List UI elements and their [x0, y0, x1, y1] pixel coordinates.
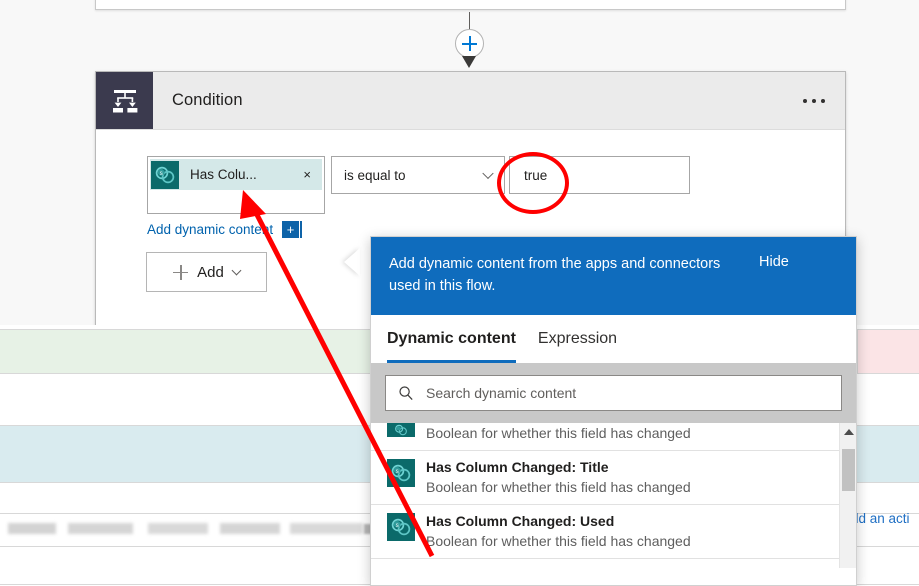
condition-card-header: Condition: [96, 72, 845, 130]
condition-card-title: Condition: [172, 91, 243, 109]
chevron-down-icon[interactable]: [482, 167, 494, 180]
add-an-action-link[interactable]: dd an acti: [851, 511, 910, 526]
svg-text:s: s: [160, 171, 163, 177]
flyout-beak: [344, 248, 360, 276]
condition-left-operand-field[interactable]: s Has Colu... ×: [147, 156, 325, 214]
screenshot-root: Condition s Has Colu... × is equal to tr…: [0, 0, 919, 586]
list-item-description: Boolean for whether this field has chang…: [426, 425, 691, 441]
svg-text:s: s: [396, 523, 399, 529]
dynamic-content-panel: Add dynamic content from the apps and co…: [370, 236, 857, 586]
plus-icon: [173, 264, 189, 280]
banner-text: Add dynamic content from the apps and co…: [389, 256, 721, 294]
scrollbar-thumb[interactable]: [842, 449, 855, 491]
condition-value-field[interactable]: true: [509, 156, 690, 194]
scroll-up-arrow-icon[interactable]: [844, 429, 854, 435]
dynamic-content-token[interactable]: s Has Colu... ×: [150, 159, 322, 190]
connector-line-top: [469, 12, 470, 30]
previous-flow-card[interactable]: [95, 0, 846, 10]
add-dynamic-content-label: Add dynamic content: [147, 222, 274, 237]
list-item[interactable]: s Has Column Changed: Used Boolean for w…: [371, 505, 856, 559]
list-item-title: Has Column Changed: Title: [426, 459, 609, 475]
sharepoint-icon: [387, 423, 415, 437]
sharepoint-icon: s: [387, 513, 415, 541]
list-scrollbar[interactable]: [839, 423, 856, 568]
add-dynamic-content-badge[interactable]: +: [282, 221, 300, 238]
list-item[interactable]: Boolean for whether this field has chang…: [371, 423, 856, 451]
svg-text:s: s: [396, 469, 399, 475]
sharepoint-icon: s: [151, 161, 179, 189]
text-cursor-caret: [300, 221, 303, 238]
tab-expression[interactable]: Expression: [538, 315, 617, 363]
plus-circle-icon[interactable]: [455, 29, 484, 58]
token-remove-icon[interactable]: ×: [303, 168, 311, 181]
background-blurred-text: [8, 523, 363, 534]
search-placeholder: Search dynamic content: [426, 385, 577, 401]
add-button-label: Add: [197, 263, 224, 281]
list-item-title: Has Column Changed: Used: [426, 513, 615, 529]
condition-branch-icon: [96, 72, 153, 129]
dynamic-content-list[interactable]: Boolean for whether this field has chang…: [371, 423, 856, 568]
list-item-text: Has Column Changed: Used Boolean for whe…: [426, 511, 691, 551]
add-button[interactable]: Add: [146, 252, 267, 292]
tab-dynamic-content[interactable]: Dynamic content: [387, 315, 516, 363]
dynamic-content-tabs: Dynamic content Expression: [371, 315, 856, 363]
list-item-description: Boolean for whether this field has chang…: [426, 479, 691, 495]
ellipsis-icon[interactable]: [803, 98, 825, 103]
condition-value-text: true: [524, 167, 548, 183]
condition-operator-value: is equal to: [344, 167, 406, 183]
condition-row: s Has Colu... × is equal to true: [147, 156, 690, 214]
hide-banner-button[interactable]: Hide: [759, 254, 789, 270]
condition-operator-dropdown[interactable]: is equal to: [331, 156, 505, 194]
down-arrow-icon: [462, 56, 476, 68]
search-container: Search dynamic content: [371, 363, 856, 423]
list-item[interactable]: s Has Column Changed: Title Boolean for …: [371, 451, 856, 505]
list-item-text: Has Column Changed: Title Boolean for wh…: [426, 457, 691, 497]
dynamic-content-banner: Add dynamic content from the apps and co…: [371, 237, 856, 315]
search-input[interactable]: Search dynamic content: [385, 375, 842, 411]
search-icon: [398, 385, 414, 401]
chevron-down-icon[interactable]: [231, 265, 242, 275]
sharepoint-icon: s: [387, 459, 415, 487]
list-item-description: Boolean for whether this field has chang…: [426, 533, 691, 549]
background-band-pink: [857, 329, 919, 374]
token-label: Has Colu...: [190, 167, 257, 182]
add-dynamic-content-link[interactable]: Add dynamic content +: [147, 221, 303, 238]
list-item-text: Boolean for whether this field has chang…: [426, 423, 691, 443]
